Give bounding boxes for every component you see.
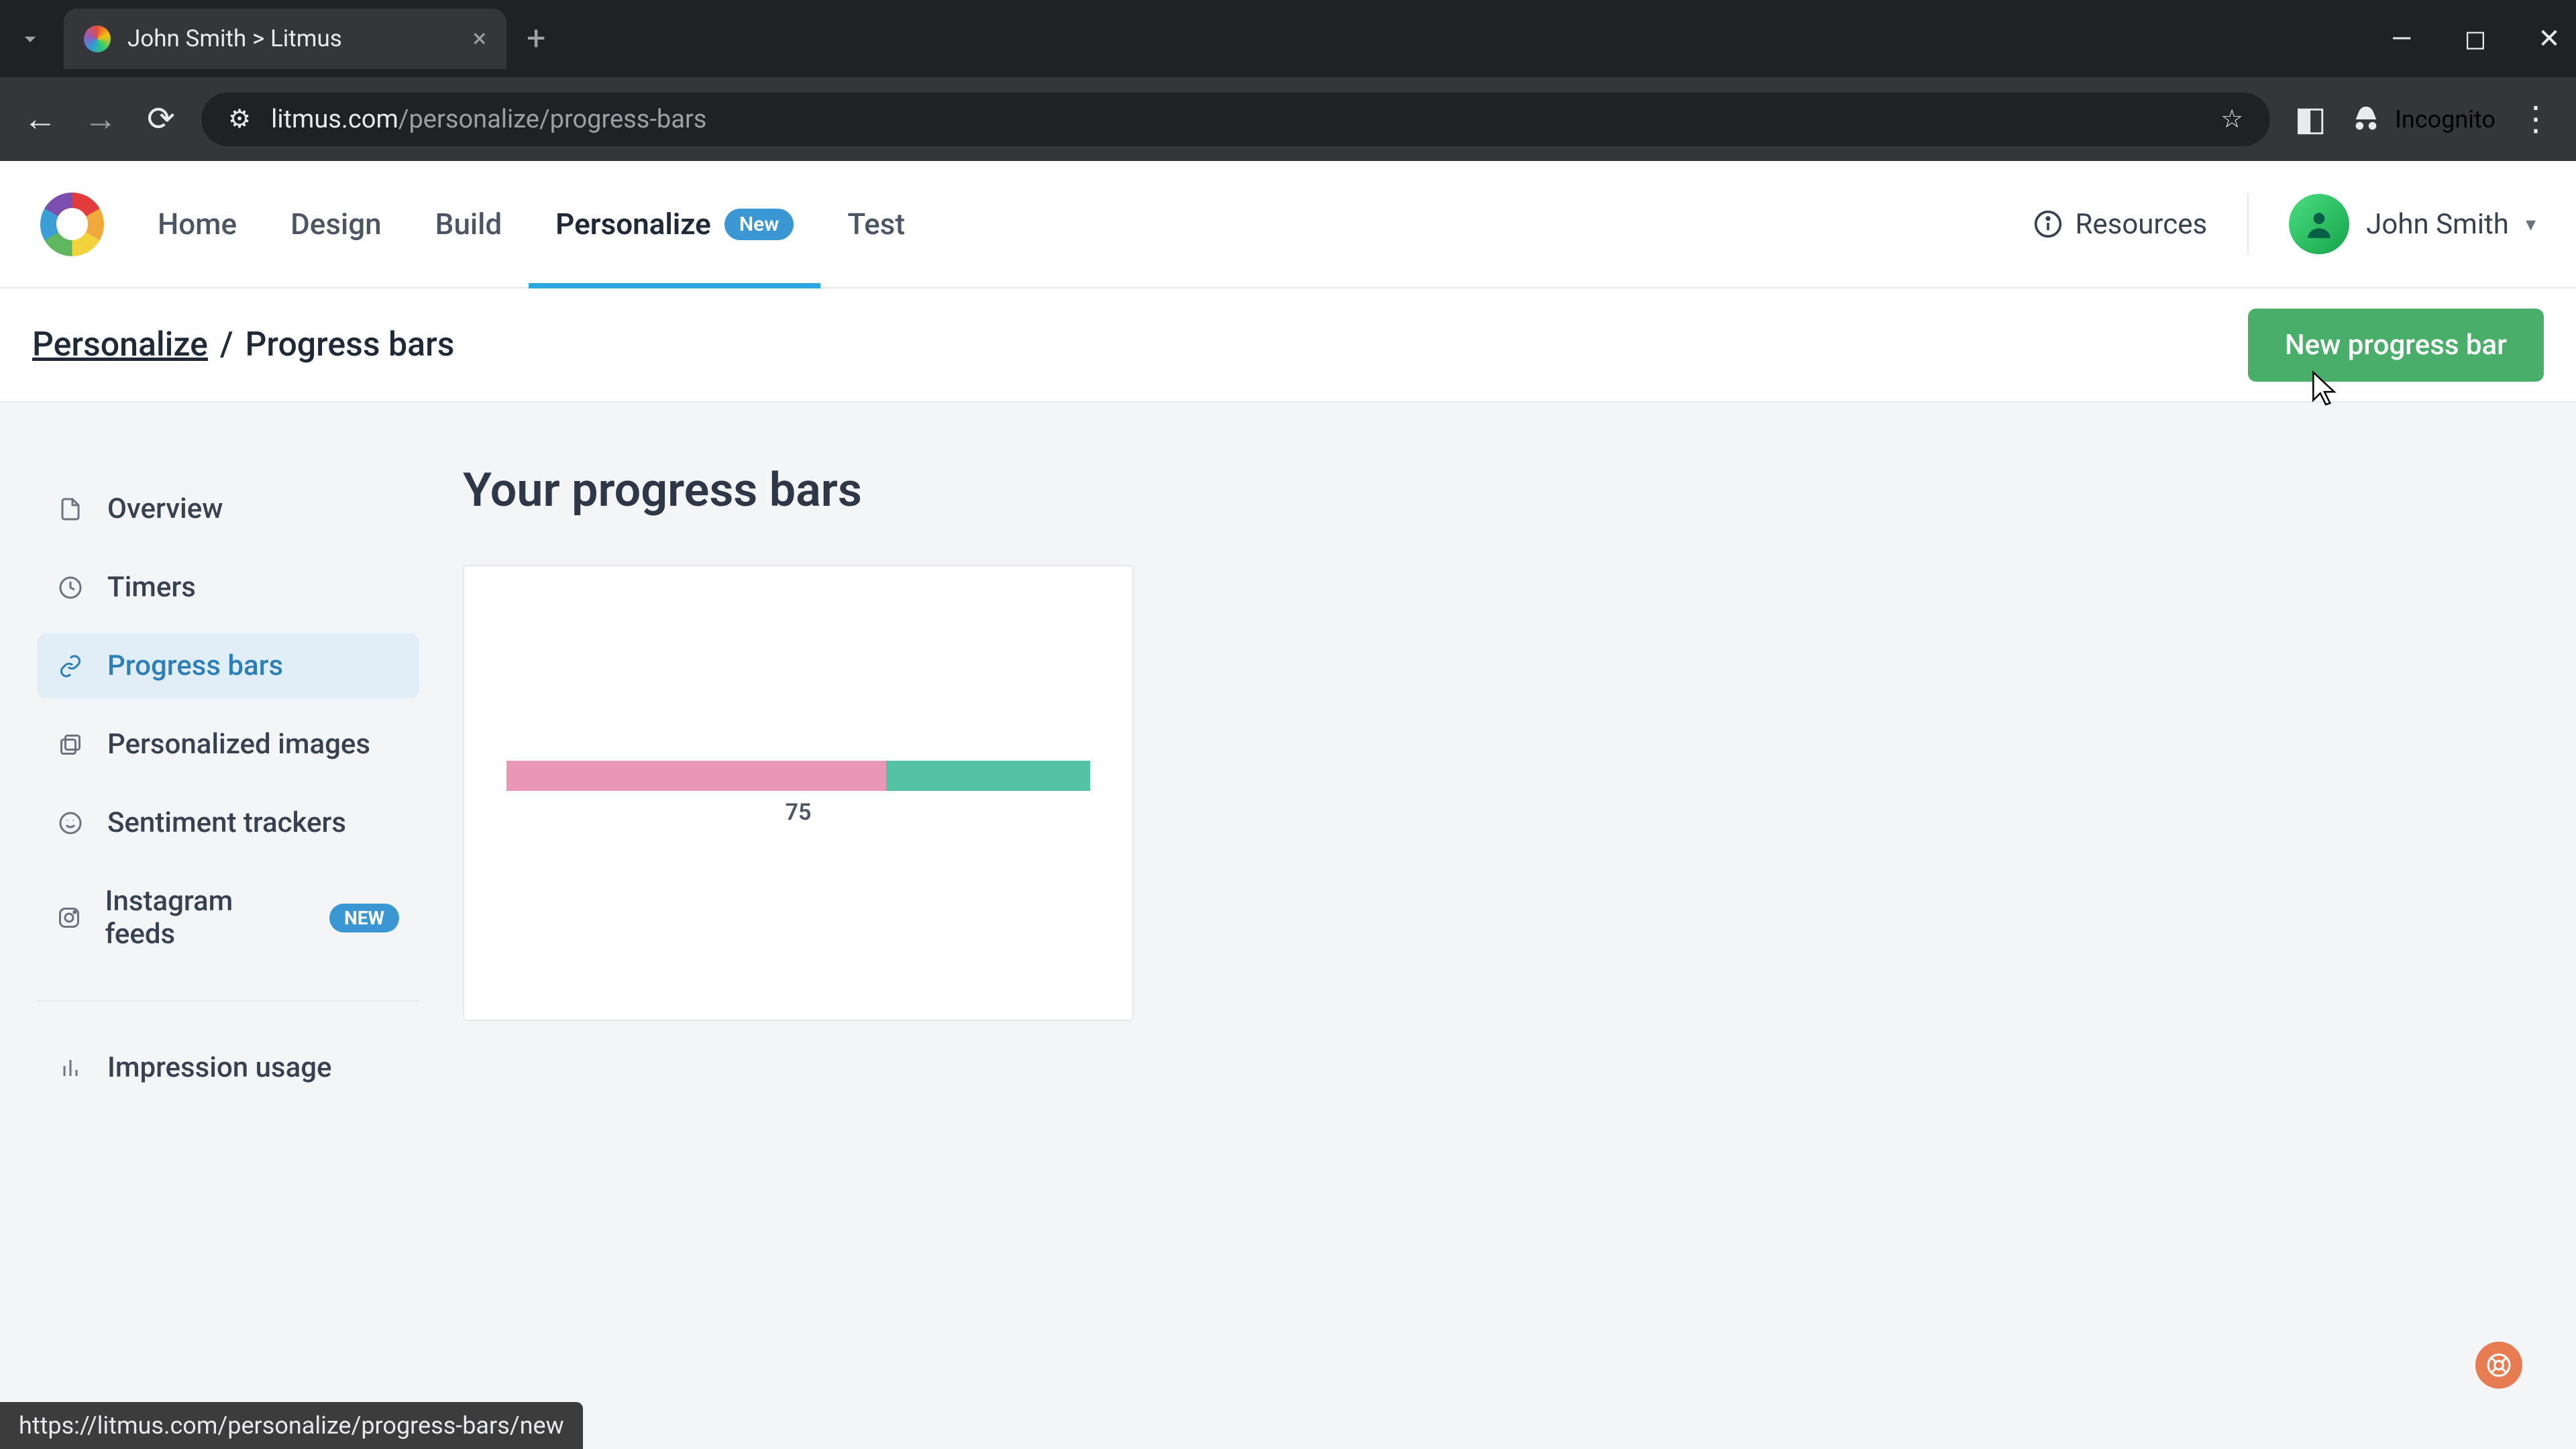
main-row: Overview Timers Progress bars Personaliz… xyxy=(0,402,2576,1114)
progress-bar-value: 75 xyxy=(786,799,812,826)
browser-menu-icon[interactable]: ⋮ xyxy=(2516,99,2556,139)
close-window-button[interactable]: ✕ xyxy=(2532,23,2566,54)
new-progress-bar-button[interactable]: New progress bar xyxy=(2248,309,2544,382)
nav-test[interactable]: Test xyxy=(847,161,905,287)
back-button[interactable]: ← xyxy=(20,99,60,139)
chevron-down-icon: ▾ xyxy=(2526,213,2536,236)
resources-link[interactable]: Resources xyxy=(2033,208,2207,241)
page-title: Your progress bars xyxy=(463,463,1134,518)
reload-button[interactable]: ⟳ xyxy=(141,99,181,139)
nav-home[interactable]: Home xyxy=(158,161,237,287)
browser-tab-strip: John Smith > Litmus × + ― ◻ ✕ xyxy=(0,0,2576,77)
breadcrumb-current: Progress bars xyxy=(245,325,454,364)
maximize-button[interactable]: ◻ xyxy=(2459,23,2492,54)
nav-personalize[interactable]: Personalize New xyxy=(555,161,794,287)
sidebar-item-timers[interactable]: Timers xyxy=(37,555,419,620)
sidebar-instagram-badge: NEW xyxy=(329,904,399,932)
nav-design[interactable]: Design xyxy=(290,161,382,287)
app-viewport: Home Design Build Personalize New Test R… xyxy=(0,161,2576,1449)
progress-bar-segment-b xyxy=(886,761,1091,791)
url-path: /personalize/progress-bars xyxy=(398,105,707,134)
url-host: litmus.com xyxy=(271,105,398,134)
sidebar: Overview Timers Progress bars Personaliz… xyxy=(0,402,456,1114)
incognito-label: Incognito xyxy=(2395,105,2496,133)
app-header: Home Design Build Personalize New Test R… xyxy=(0,161,2576,288)
avatar xyxy=(2289,194,2349,254)
bar-chart-icon xyxy=(57,1055,84,1081)
close-tab-icon[interactable]: × xyxy=(473,24,486,54)
bookmark-icon[interactable]: ☆ xyxy=(2220,104,2243,134)
sidebar-item-instagram-feeds[interactable]: Instagram feeds NEW xyxy=(37,869,419,967)
nav-build[interactable]: Build xyxy=(435,161,502,287)
nav-personalize-badge: New xyxy=(724,209,794,240)
side-panel-icon[interactable]: ◧ xyxy=(2290,99,2330,139)
tab-search-dropdown[interactable] xyxy=(10,19,50,59)
top-nav: Home Design Build Personalize New Test xyxy=(158,161,905,287)
tab-title: John Smith > Litmus xyxy=(127,25,342,52)
new-tab-button[interactable]: + xyxy=(527,19,545,58)
status-bar: https://litmus.com/personalize/progress-… xyxy=(0,1402,583,1449)
document-icon xyxy=(57,496,84,523)
litmus-logo-icon[interactable] xyxy=(40,193,104,256)
incognito-indicator[interactable]: Incognito xyxy=(2351,104,2496,135)
sidebar-item-progress-bars[interactable]: Progress bars xyxy=(37,633,419,698)
progress-bar-card[interactable]: 75 xyxy=(463,565,1134,1021)
sidebar-item-sentiment-trackers[interactable]: Sentiment trackers xyxy=(37,790,419,855)
minimize-button[interactable]: ― xyxy=(2385,23,2418,54)
clock-icon xyxy=(57,574,84,601)
browser-tab[interactable]: John Smith > Litmus × xyxy=(64,9,506,69)
sidebar-item-overview[interactable]: Overview xyxy=(37,476,419,541)
browser-toolbar: ← → ⟳ ⚙ litmus.com/personalize/progress-… xyxy=(0,77,2576,161)
sidebar-item-impression-usage[interactable]: Impression usage xyxy=(37,1035,419,1100)
life-ring-icon xyxy=(2486,1352,2512,1378)
user-name: John Smith xyxy=(2366,208,2509,241)
user-menu[interactable]: John Smith ▾ xyxy=(2289,194,2536,254)
sidebar-item-personalized-images[interactable]: Personalized images xyxy=(37,712,419,777)
info-icon xyxy=(2033,209,2063,239)
incognito-icon xyxy=(2351,104,2381,135)
favicon-icon xyxy=(84,25,111,52)
breadcrumb: Personalize / Progress bars xyxy=(32,325,455,364)
images-icon xyxy=(57,731,84,758)
sub-header: Personalize / Progress bars New progress… xyxy=(0,288,2576,402)
header-divider xyxy=(2247,194,2249,254)
breadcrumb-sep: / xyxy=(220,325,233,364)
smile-icon xyxy=(57,810,84,837)
sidebar-divider xyxy=(37,1000,419,1002)
progress-bar-preview xyxy=(506,761,1090,791)
address-bar[interactable]: ⚙ litmus.com/personalize/progress-bars ☆ xyxy=(201,93,2270,146)
breadcrumb-root[interactable]: Personalize xyxy=(32,325,208,364)
site-settings-icon[interactable]: ⚙ xyxy=(228,104,251,134)
window-controls: ― ◻ ✕ xyxy=(2385,23,2566,54)
content-area: Your progress bars 75 xyxy=(456,402,1134,1114)
forward-button[interactable]: → xyxy=(80,99,121,139)
progress-bar-segment-a xyxy=(506,761,886,791)
link-icon xyxy=(57,653,84,680)
instagram-icon xyxy=(57,904,82,931)
help-bubble-button[interactable] xyxy=(2475,1342,2522,1389)
